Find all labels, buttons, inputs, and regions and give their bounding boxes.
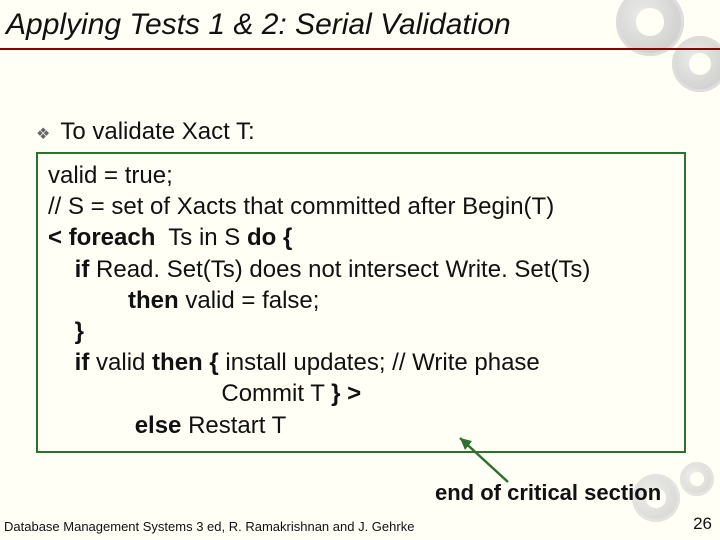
code-text: Restart T xyxy=(181,412,286,439)
bullet-text: To validate Xact T: xyxy=(60,118,254,146)
gear-decoration xyxy=(680,462,714,496)
indent xyxy=(48,287,128,314)
code-text: valid = false; xyxy=(179,287,320,314)
code-line: valid = true; xyxy=(48,160,674,191)
code-text: Commit T xyxy=(48,380,331,407)
code-text: valid xyxy=(89,349,152,376)
code-line: if Read. Set(Ts) does not intersect Writ… xyxy=(48,254,674,285)
code-line: if valid then { install updates; // Writ… xyxy=(48,347,674,378)
bullet-icon: ❖ xyxy=(36,124,50,144)
code-text: Ts in S xyxy=(155,224,247,251)
slide-title: Applying Tests 1 & 2: Serial Validation xyxy=(0,0,720,42)
kw-if: if xyxy=(75,256,90,283)
kw-do: do { xyxy=(247,224,292,251)
kw-if: if xyxy=(75,349,90,376)
code-text: install updates; // Write phase xyxy=(219,349,540,376)
slide-number: 26 xyxy=(693,514,712,534)
indent xyxy=(48,412,135,439)
algorithm-box: valid = true; // S = set of Xacts that c… xyxy=(36,152,686,453)
code-line: } xyxy=(48,316,674,347)
kw-foreach: foreach xyxy=(69,224,156,251)
footer-attribution: Database Management Systems 3 ed, R. Ram… xyxy=(4,519,414,534)
code-text: Read. Set(Ts) does not intersect Write. … xyxy=(89,256,590,283)
bullet-item: ❖ To validate Xact T: xyxy=(36,118,686,146)
indent xyxy=(48,256,75,283)
kw-else: else xyxy=(135,412,182,439)
kw-brace: } xyxy=(75,318,84,345)
code-line: < foreach Ts in S do { xyxy=(48,222,674,253)
critical-section-label: end of critical section xyxy=(435,480,661,506)
gear-decoration xyxy=(672,36,720,92)
code-line: else Restart T xyxy=(48,410,674,441)
title-underline xyxy=(0,48,720,50)
kw-then: then { xyxy=(152,349,219,376)
content-area: ❖ To validate Xact T: valid = true; // S… xyxy=(36,118,686,453)
indent xyxy=(48,318,75,345)
critical-close: } > xyxy=(331,380,361,407)
kw-then: then xyxy=(128,287,179,314)
critical-open: < xyxy=(48,224,62,251)
code-line: // S = set of Xacts that committed after… xyxy=(48,191,674,222)
code-line: then valid = false; xyxy=(48,285,674,316)
code-line: Commit T } > xyxy=(48,378,674,409)
indent xyxy=(48,349,75,376)
